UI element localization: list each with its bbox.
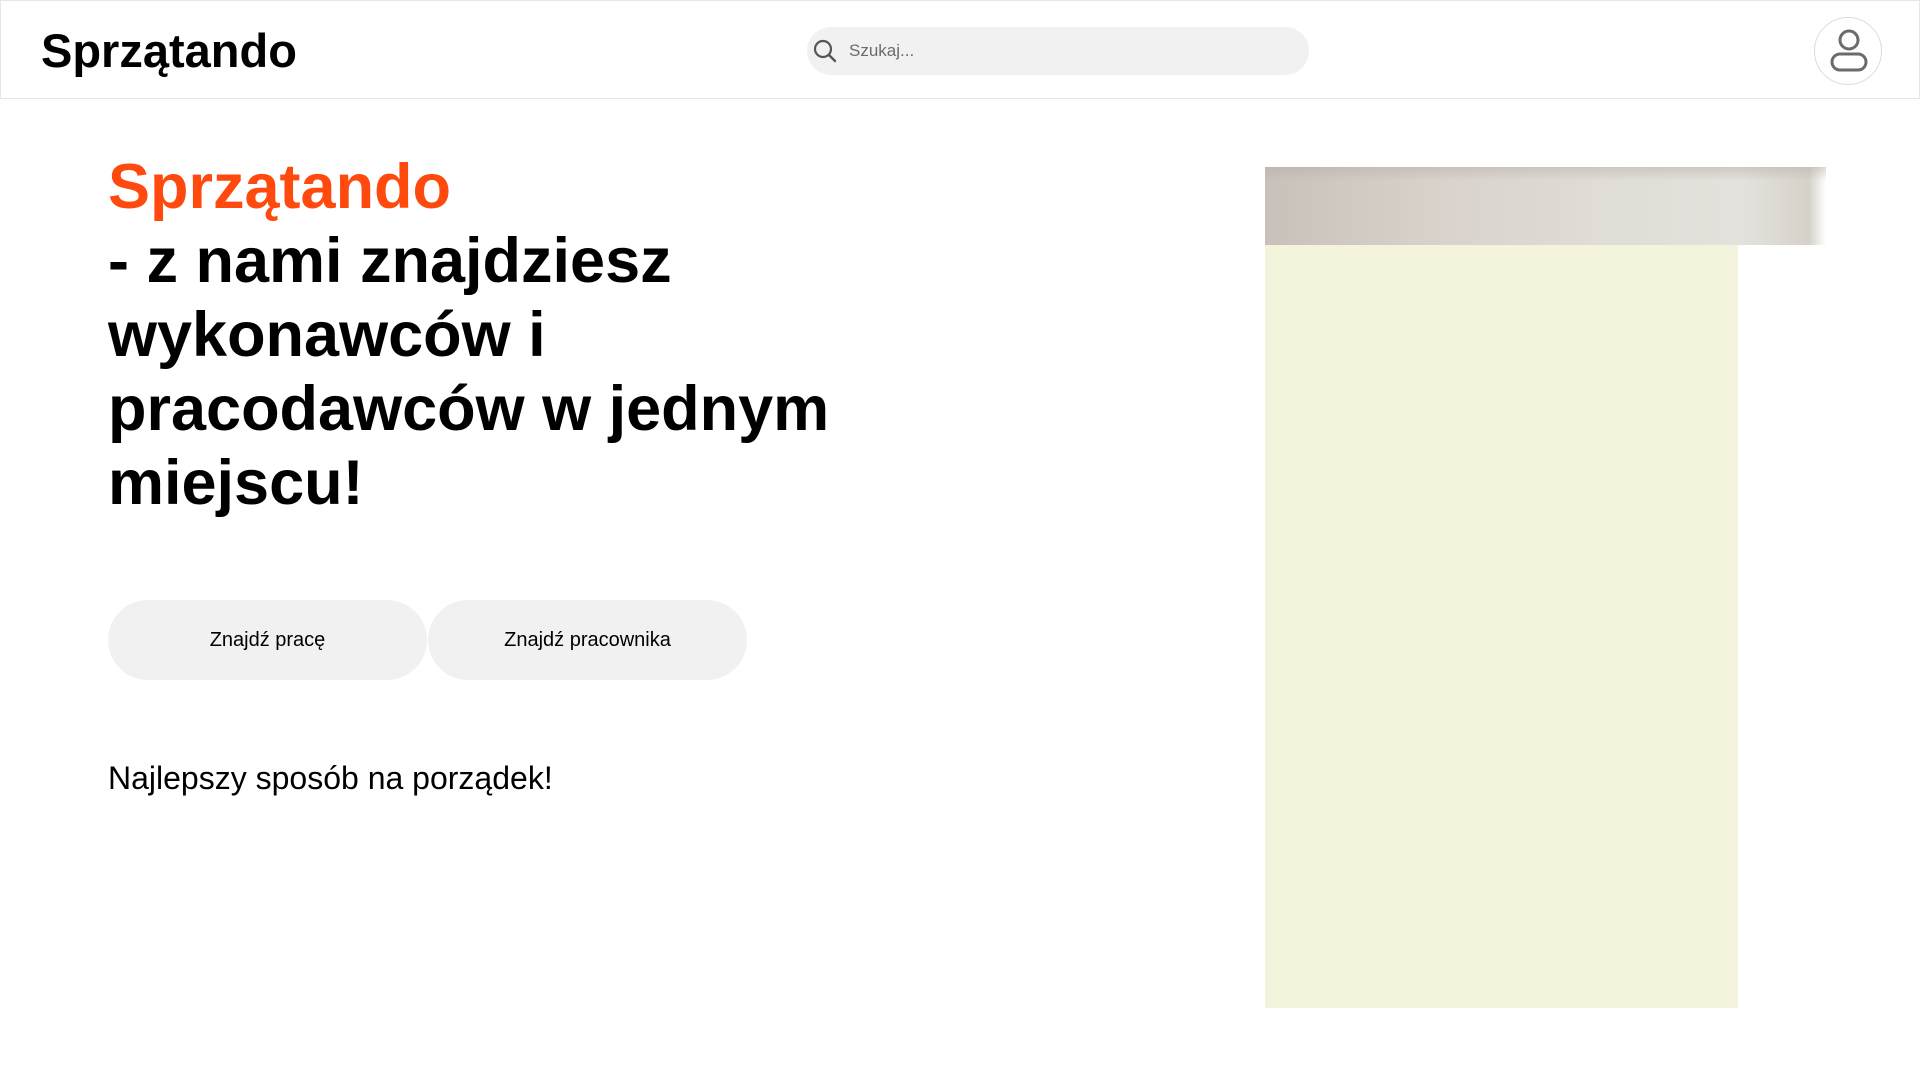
search-input[interactable] <box>843 27 1293 75</box>
top-header: Sprzątando <box>0 0 1920 99</box>
search-icon <box>811 37 839 65</box>
profile-button[interactable] <box>1814 17 1882 85</box>
hero-brand: Sprzątando <box>108 152 452 222</box>
hero-section: Sprzątando - z nami znajdziesz wykonawcó… <box>108 150 868 520</box>
find-job-button[interactable]: Znajdź pracę <box>108 600 427 680</box>
hero-image <box>1265 167 1826 245</box>
tagline: Najlepszy sposób na porządek! <box>108 760 553 796</box>
find-worker-button[interactable]: Znajdź pracownika <box>428 600 747 680</box>
hero-image-panel <box>1265 245 1738 1008</box>
search-bar[interactable] <box>807 27 1309 75</box>
site-logo[interactable]: Sprzątando <box>41 23 297 79</box>
hero-title: - z nami znajdziesz wykonawców i pracoda… <box>108 226 830 518</box>
